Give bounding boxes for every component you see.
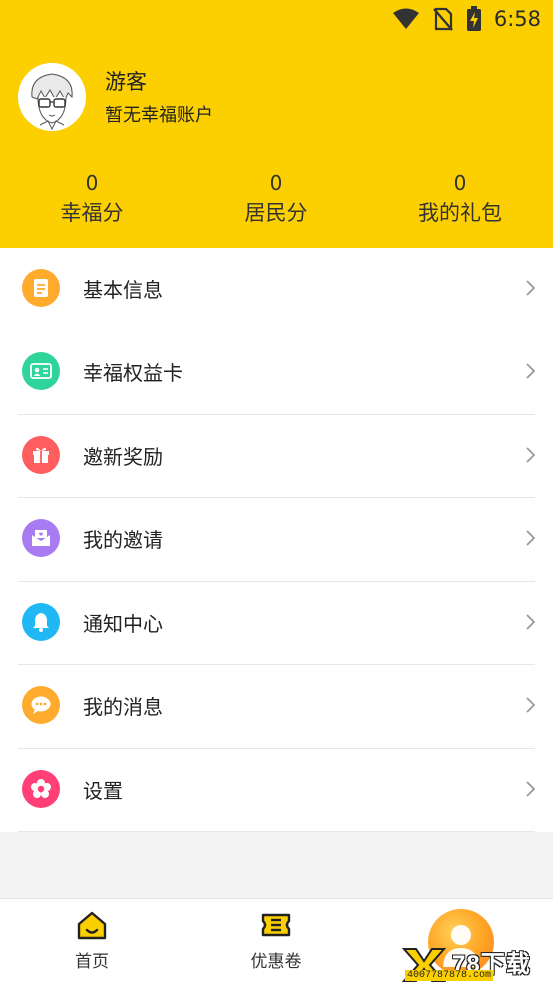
envelope-icon [22, 519, 60, 557]
chevron-right-icon [526, 447, 536, 463]
menu-list: 基本信息 幸福权益卡 邀新奖励 我的邀请 通知中心 我的消息 设置 [0, 248, 553, 832]
profile-header: 6:58 游客 暂无幸福账户 0 幸福分 0 居民分 0 我的礼包 [0, 0, 553, 248]
menu-item-label: 我的消息 [83, 695, 163, 719]
divider [18, 831, 535, 832]
stat-happiness-points[interactable]: 0 幸福分 [17, 170, 167, 230]
stat-value: 0 [269, 171, 283, 195]
menu-item-my-invites[interactable]: 我的邀请 [0, 498, 553, 581]
menu-item-label: 我的邀请 [83, 528, 163, 552]
chevron-right-icon [526, 363, 536, 379]
no-sim-icon [432, 7, 453, 31]
chevron-right-icon [526, 530, 536, 546]
chevron-right-icon [526, 614, 536, 630]
menu-item-settings[interactable]: 设置 [0, 749, 553, 832]
stat-value: 0 [85, 171, 99, 195]
wifi-icon [392, 8, 419, 29]
menu-item-notification-center[interactable]: 通知中心 [0, 582, 553, 665]
stat-label: 幸福分 [60, 201, 124, 225]
document-icon [22, 269, 60, 307]
menu-item-label: 幸福权益卡 [83, 361, 183, 385]
flower-settings-icon [22, 770, 60, 808]
id-card-icon [22, 352, 60, 390]
avatar[interactable] [18, 63, 86, 131]
tab-coupons[interactable]: 优惠卷 [201, 899, 351, 983]
watermark-url: 4007787878.com [405, 970, 494, 981]
chevron-right-icon [526, 781, 536, 797]
status-bar: 6:58 [392, 0, 553, 38]
menu-item-basic-info[interactable]: 基本信息 [0, 248, 553, 331]
battery-charging-icon [466, 6, 481, 31]
stat-label: 我的礼包 [418, 201, 502, 225]
menu-item-label: 通知中心 [83, 612, 163, 636]
menu-item-benefit-card[interactable]: 幸福权益卡 [0, 331, 553, 414]
home-icon [77, 911, 107, 940]
coupon-icon [261, 913, 291, 937]
chevron-right-icon [526, 280, 536, 296]
menu-item-label: 设置 [83, 779, 123, 803]
tab-label: 优惠卷 [250, 952, 302, 972]
gift-icon [22, 436, 60, 474]
user-name: 游客 [105, 70, 147, 94]
stat-value: 0 [453, 171, 467, 195]
chevron-right-icon [526, 697, 536, 713]
stat-my-gifts[interactable]: 0 我的礼包 [385, 170, 535, 230]
tab-label: 首页 [75, 952, 109, 972]
tab-home[interactable]: 首页 [17, 899, 167, 983]
menu-item-label: 邀新奖励 [83, 445, 163, 469]
bell-icon [22, 603, 60, 641]
menu-item-label: 基本信息 [83, 278, 163, 302]
anime-avatar-icon [18, 63, 86, 131]
message-icon [22, 686, 60, 724]
stat-label: 居民分 [244, 201, 308, 225]
stat-resident-points[interactable]: 0 居民分 [201, 170, 351, 230]
menu-item-my-messages[interactable]: 我的消息 [0, 665, 553, 748]
menu-item-invite-reward[interactable]: 邀新奖励 [0, 415, 553, 498]
status-time: 6:58 [493, 7, 541, 31]
account-status: 暂无幸福账户 [105, 105, 213, 126]
